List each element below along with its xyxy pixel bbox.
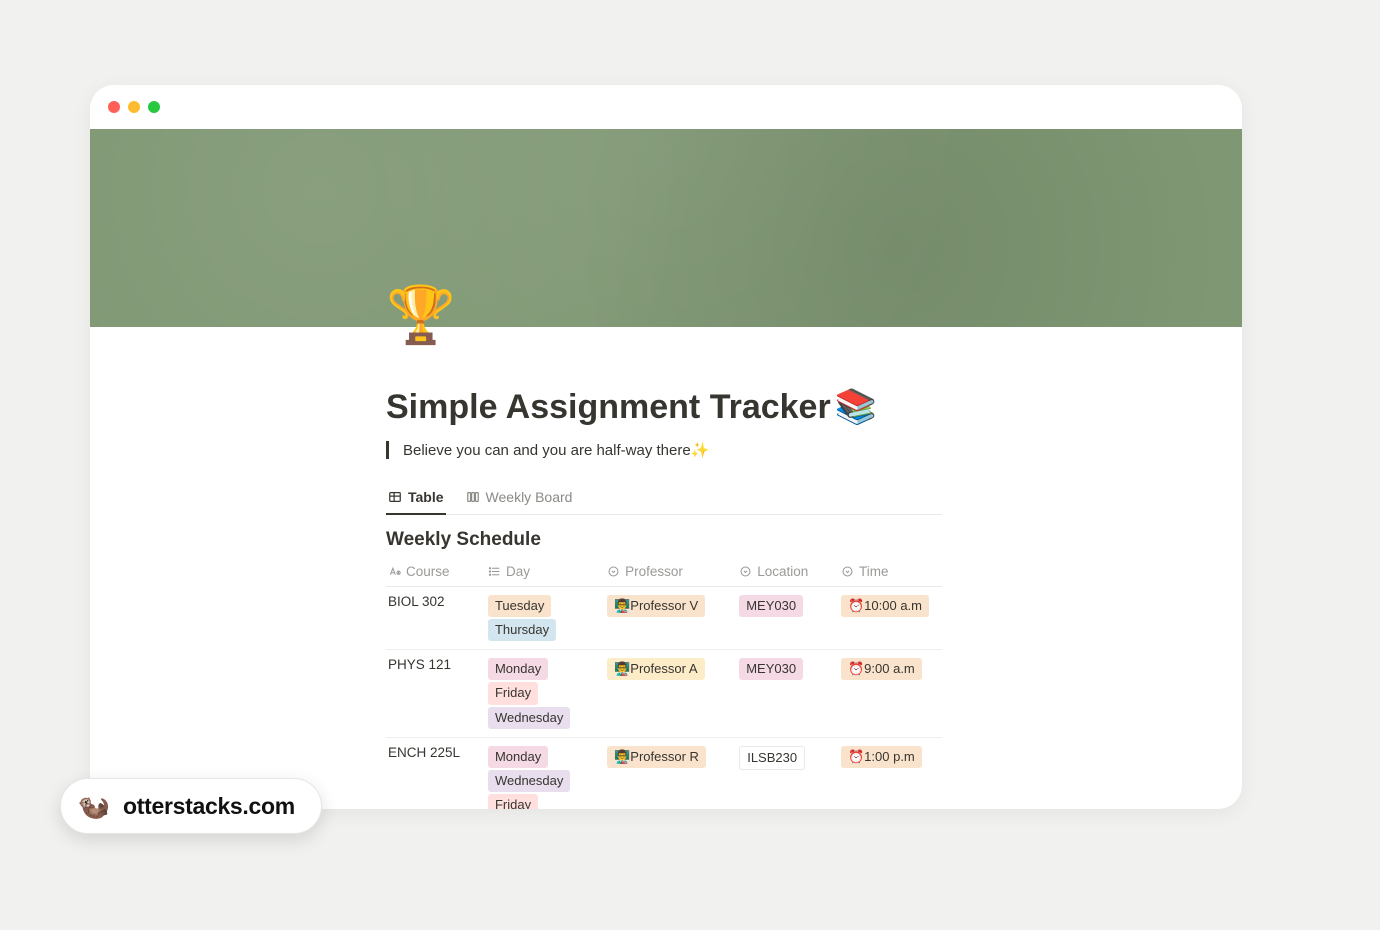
cell-course[interactable]: BIOL 302 (386, 587, 478, 650)
day-tag: Thursday (488, 619, 556, 641)
column-header-location[interactable]: Location (729, 557, 831, 587)
day-tag: Friday (488, 682, 538, 704)
course-name: ENCH 225L (388, 745, 460, 760)
minimize-button[interactable] (128, 101, 140, 113)
column-label: Location (757, 564, 808, 579)
table-row[interactable]: ENCH 225L MondayWednesday Friday 👨‍🏫Profess… (386, 737, 942, 809)
column-header-time[interactable]: Time (831, 557, 942, 587)
maximize-button[interactable] (148, 101, 160, 113)
board-icon (466, 490, 480, 504)
professor-tag: 👨‍🏫Professor V (607, 595, 705, 617)
time-tag: ⏰1:00 p.m (841, 746, 922, 768)
database-title[interactable]: Weekly Schedule (386, 529, 942, 551)
cell-professor[interactable]: 👨‍🏫Professor A (597, 650, 729, 737)
column-label: Day (506, 564, 530, 579)
cell-location[interactable]: MEY030 (729, 650, 831, 737)
cell-day[interactable]: MondayFriday Wednesday (478, 650, 597, 737)
select-property-icon (739, 565, 752, 578)
column-label: Professor (625, 564, 683, 579)
cell-day[interactable]: MondayWednesday Friday (478, 737, 597, 809)
location-tag: ILSB230 (739, 746, 805, 770)
select-property-icon (841, 565, 854, 578)
course-name: BIOL 302 (388, 594, 445, 609)
multiselect-property-icon (488, 565, 501, 578)
page-cover[interactable] (90, 129, 1242, 327)
table-row[interactable]: BIOL 302 TuesdayThursday 👨‍🏫Professor V MEY… (386, 587, 942, 650)
column-header-course[interactable]: Course (386, 557, 478, 587)
page-icon[interactable]: 🏆 (386, 287, 456, 343)
day-tag: Monday (488, 746, 548, 768)
day-tag: Tuesday (488, 595, 551, 617)
title-property-icon (388, 565, 401, 578)
column-header-professor[interactable]: Professor (597, 557, 729, 587)
cell-professor[interactable]: 👨‍🏫Professor V (597, 587, 729, 650)
watermark-pill[interactable]: 🦦 otterstacks.com (60, 778, 322, 834)
professor-tag: 👨‍🏫Professor A (607, 658, 704, 680)
cell-course[interactable]: ENCH 225L (386, 737, 478, 809)
tab-table[interactable]: Table (386, 483, 446, 515)
cell-location[interactable]: MEY030 (729, 587, 831, 650)
quote-text: Believe you can and you are half-way the… (403, 442, 709, 459)
day-tag: Monday (488, 658, 548, 680)
time-tag: ⏰9:00 a.m (841, 658, 922, 680)
column-label: Time (859, 564, 889, 579)
column-label: Course (406, 564, 450, 579)
location-tag: MEY030 (739, 658, 803, 680)
column-header-day[interactable]: Day (478, 557, 597, 587)
table-row[interactable]: PHYS 121 MondayFriday Wednesday 👨‍🏫Professo… (386, 650, 942, 737)
day-tag: Wednesday (488, 770, 570, 792)
cell-course[interactable]: PHYS 121 (386, 650, 478, 737)
day-tag: Wednesday (488, 707, 570, 729)
watermark-text: otterstacks.com (123, 793, 295, 820)
time-tag: ⏰10:00 a.m (841, 595, 929, 617)
tab-label: Table (408, 489, 444, 505)
select-property-icon (607, 565, 620, 578)
page-title-text: Simple Assignment Tracker (386, 388, 831, 427)
close-button[interactable] (108, 101, 120, 113)
professor-tag: 👨‍🏫Professor R (607, 746, 706, 768)
schedule-table: Course Day Professor Location Time (386, 557, 942, 809)
cell-time[interactable]: ⏰10:00 a.m (831, 587, 942, 650)
cell-location[interactable]: ILSB230 (729, 737, 831, 809)
tab-weekly-board[interactable]: Weekly Board (464, 483, 575, 515)
tab-label: Weekly Board (486, 489, 573, 505)
course-name: PHYS 121 (388, 657, 451, 672)
cell-day[interactable]: TuesdayThursday (478, 587, 597, 650)
cell-time[interactable]: ⏰1:00 p.m (831, 737, 942, 809)
location-tag: MEY030 (739, 595, 803, 617)
books-icon: 📚 (835, 387, 877, 427)
otter-icon: 🦦 (79, 791, 109, 821)
page-title[interactable]: Simple Assignment Tracker 📚 (386, 387, 942, 427)
titlebar (90, 85, 1242, 129)
quote-block[interactable]: Believe you can and you are half-way the… (386, 441, 942, 459)
table-icon (388, 490, 402, 504)
cell-time[interactable]: ⏰9:00 a.m (831, 650, 942, 737)
app-window: 🏆 Simple Assignment Tracker 📚 Believe yo… (90, 85, 1242, 809)
view-tabs: Table Weekly Board (386, 483, 942, 515)
day-tag: Friday (488, 794, 538, 809)
cell-professor[interactable]: 👨‍🏫Professor R (597, 737, 729, 809)
